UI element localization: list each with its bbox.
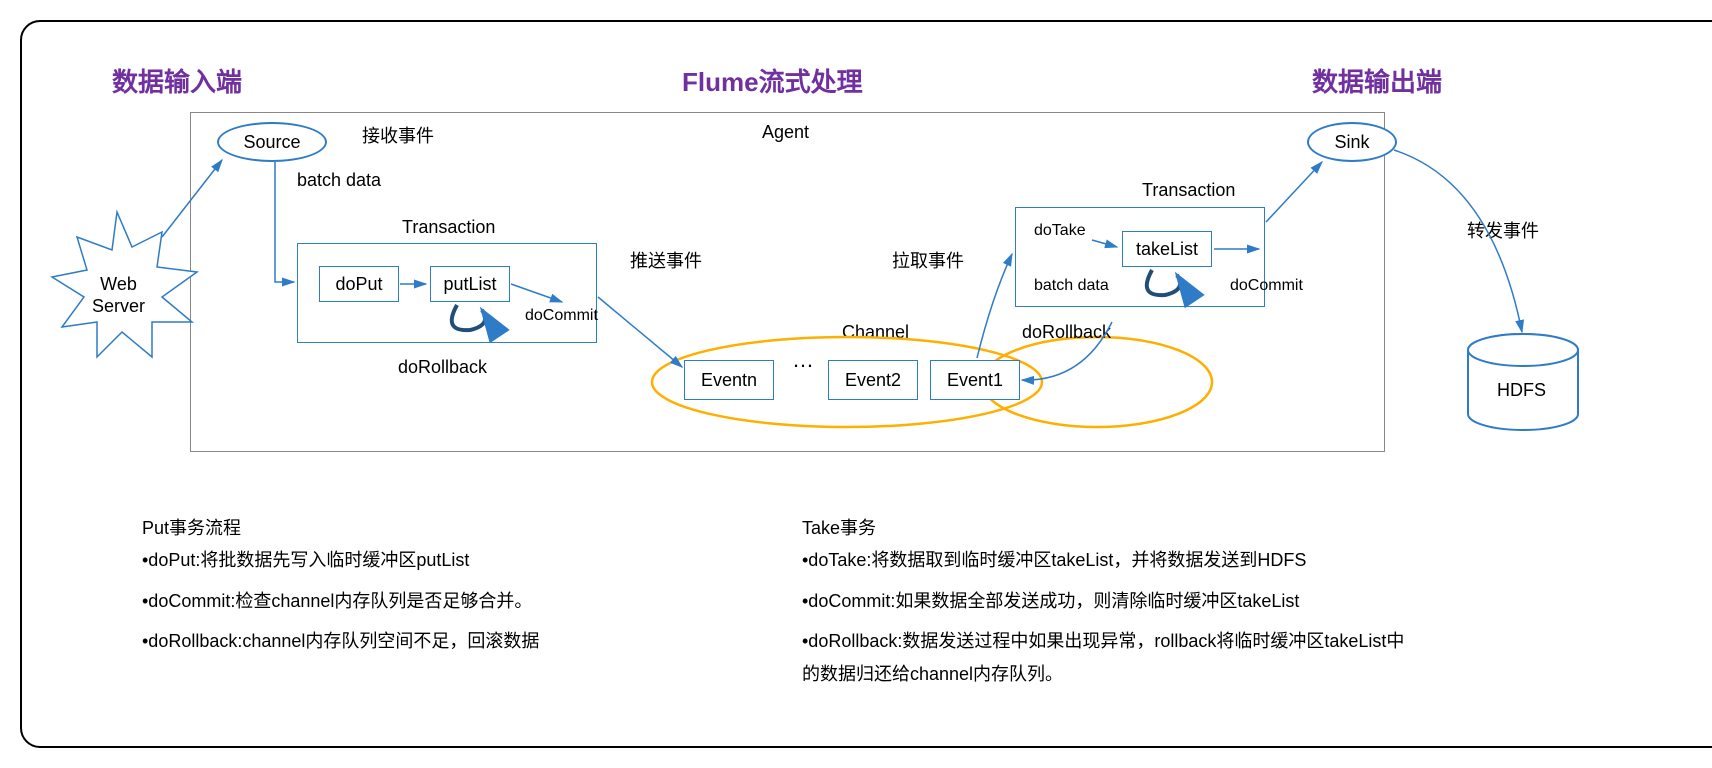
webserver-label: Web Server <box>92 274 145 317</box>
transaction-2-label: Transaction <box>1142 180 1235 201</box>
transaction-1-label: Transaction <box>402 217 495 238</box>
put-line2: •doCommit:检查channel内存队列是否足够合并。 <box>142 585 702 617</box>
channel-label: Channel <box>842 322 909 343</box>
title-output: 数据输出端 <box>1312 62 1442 99</box>
put-title: Put事务流程 <box>142 512 702 544</box>
doput-box: doPut <box>319 266 399 302</box>
dots-label: … <box>792 347 814 373</box>
take-line2: •doCommit:如果数据全部发送成功，则清除临时缓冲区takeList <box>802 585 1422 617</box>
doput-label: doPut <box>335 274 382 295</box>
forward-event-label: 转发事件 <box>1467 217 1539 243</box>
hdfs-label: HDFS <box>1497 380 1546 401</box>
sink-label: Sink <box>1334 132 1369 153</box>
dorollback-2-label: doRollback <box>1022 322 1111 343</box>
source-label: Source <box>243 132 300 153</box>
take-desc: Take事务 •doTake:将数据取到临时缓冲区takeList，并将数据发送… <box>802 512 1422 690</box>
pull-event-label: 拉取事件 <box>892 247 964 273</box>
eventn-label: Eventn <box>701 370 757 391</box>
eventn-box: Eventn <box>684 360 774 400</box>
event2-label: Event2 <box>845 370 901 391</box>
title-input: 数据输入端 <box>112 62 242 99</box>
title-center: Flume流式处理 <box>682 62 863 99</box>
batch-data-2-label: batch data <box>1034 277 1109 295</box>
put-line1: •doPut:将批数据先写入临时缓冲区putList <box>142 544 702 576</box>
takelist-box: takeList <box>1122 231 1212 267</box>
putlist-label: putList <box>443 274 496 295</box>
push-event-label: 推送事件 <box>630 247 702 273</box>
put-desc: Put事务流程 •doPut:将批数据先写入临时缓冲区putList •doCo… <box>142 512 702 658</box>
flume-diagram: 数据输入端 Flume流式处理 数据输出端 Agent Web Server S… <box>20 20 1712 748</box>
take-line1: •doTake:将数据取到临时缓冲区takeList，并将数据发送到HDFS <box>802 544 1422 576</box>
putlist-box: putList <box>430 266 510 302</box>
event1-label: Event1 <box>947 370 1003 391</box>
event2-box: Event2 <box>828 360 918 400</box>
take-title: Take事务 <box>802 512 1422 544</box>
agent-label: Agent <box>762 122 809 143</box>
event1-box: Event1 <box>930 360 1020 400</box>
recv-event-label: 接收事件 <box>362 122 434 148</box>
put-line3: •doRollback:channel内存队列空间不足，回滚数据 <box>142 625 702 657</box>
take-line3: •doRollback:数据发送过程中如果出现异常，rollback将临时缓冲区… <box>802 625 1422 690</box>
takelist-label: takeList <box>1136 239 1198 260</box>
dorollback-1-label: doRollback <box>398 357 487 378</box>
source-node: Source <box>217 122 327 162</box>
dotake-label: doTake <box>1034 222 1086 240</box>
docommit-2-label: doCommit <box>1230 277 1303 295</box>
docommit-1-label: doCommit <box>525 307 598 325</box>
batch-data-1-label: batch data <box>297 170 381 191</box>
sink-node: Sink <box>1307 122 1397 162</box>
